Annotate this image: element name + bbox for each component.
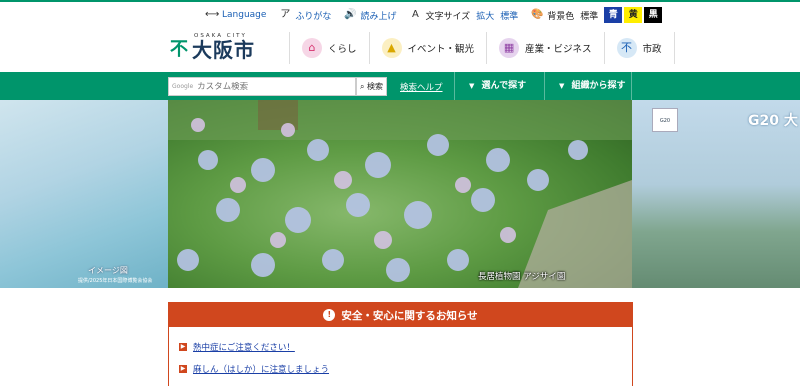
logo-text: 大阪市 [192, 38, 255, 62]
furigana-icon: ア [280, 9, 291, 20]
utility-items: ⟷ Language ア ふりがな 🔊 読み上げ A 文字サイズ 拡大 標準 🎨… [205, 7, 674, 23]
text-size-standard-button[interactable]: 標準 [500, 9, 518, 22]
google-label: Google [172, 83, 194, 90]
main-nav: ⌂ くらし ▲ イベント・観光 ▦ 産業・ビジネス 不 市政 [289, 32, 675, 64]
right-slide-title: G20 大 [748, 113, 798, 129]
chevron-down-icon: ▼ [469, 82, 475, 90]
nav-item-shisei[interactable]: 不 市政 [603, 32, 675, 64]
chevron-down-icon: ▼ [559, 82, 565, 90]
search-icon: ⌕ [359, 82, 365, 91]
bg-color-yellow-button[interactable]: 黄 [624, 7, 643, 23]
furigana-link[interactable]: ア ふりがな [278, 9, 331, 22]
event-icon: ▲ [381, 38, 402, 58]
speaker-icon: 🔊 [344, 9, 357, 20]
browse-org-label: 組織から探す [571, 81, 626, 91]
notice-title: 安全・安心に関するお知らせ [341, 309, 478, 322]
read-aloud-link[interactable]: 🔊 読み上げ [343, 9, 396, 22]
g20-logo-badge: G20 [652, 108, 678, 132]
search-help-link[interactable]: 検索ヘルプ [400, 81, 443, 93]
read-aloud-label: 読み上げ [360, 11, 397, 22]
site-header: OSAKA CITY 不 大阪市 ⌂ くらし ▲ イベント・観光 ▦ 産業・ビジ… [0, 24, 800, 72]
bg-color-label: 背景色 [547, 11, 575, 22]
nav-item-label: 産業・ビジネス [525, 44, 592, 55]
search-box: Google [168, 77, 356, 96]
hero-prev-slide[interactable] [0, 100, 168, 288]
search-button[interactable]: ⌕ 検索 [356, 77, 387, 96]
left-slide-credit: 提供/2025年日本国際博覧会協会 [78, 278, 153, 284]
home-icon: ⌂ [302, 38, 322, 58]
hydrangea-illustration [168, 100, 632, 288]
browse-choose-label: 選んで探す [481, 81, 527, 91]
translate-icon: ⟷ [205, 9, 220, 20]
hero-main-image[interactable] [168, 100, 632, 288]
cityhall-icon: 不 [616, 38, 637, 58]
language-label: Language [222, 10, 267, 20]
alert-icon: ! [323, 309, 336, 321]
search-bar: Google ⌕ 検索 検索ヘルプ ▼ 選んで探す ▼ 組織から探す [0, 72, 800, 100]
nav-item-kurashi[interactable]: ⌂ くらし [289, 32, 369, 64]
hero-caption: 長居植物園 アジサイ園 [478, 272, 566, 282]
nav-item-label: イベント・観光 [407, 44, 475, 55]
nav-item-event[interactable]: ▲ イベント・観光 [368, 32, 487, 64]
text-size-icon: A [412, 9, 419, 20]
list-item: ▶ 熱中症にご注意ください！ [179, 337, 632, 357]
nav-item-label: 市政 [642, 44, 662, 55]
arrow-right-icon: ▶ [179, 365, 187, 373]
furigana-label: ふりがな [295, 11, 332, 22]
bg-color-black-button[interactable]: 黒 [644, 7, 663, 23]
text-size-label: 文字サイズ [425, 11, 471, 22]
notice-header: ! 安全・安心に関するお知らせ [169, 303, 632, 327]
text-size-control: A 文字サイズ 拡大 標準 [408, 9, 518, 22]
search-button-label: 検索 [367, 82, 384, 91]
language-link[interactable]: ⟷ Language [205, 9, 266, 21]
logo-mark-icon: 不 [170, 39, 188, 60]
text-size-enlarge-button[interactable]: 拡大 [476, 9, 494, 22]
list-item: ▶ 麻しん（はしか）に注意しましょう [179, 359, 632, 379]
notice-link-measles[interactable]: 麻しん（はしか）に注意しましょう [193, 363, 329, 375]
browse-choose-button[interactable]: ▼ 選んで探す [454, 72, 544, 100]
left-slide-caption: イメージ図 [88, 266, 128, 275]
bg-color-blue-button[interactable]: 青 [604, 7, 623, 23]
nav-item-label: くらし [328, 44, 357, 55]
notice-list: ▶ 熱中症にご注意ください！ ▶ 麻しん（はしか）に注意しましょう [169, 327, 632, 379]
browse-org-button[interactable]: ▼ 組織から探す [544, 72, 632, 100]
search-input[interactable] [197, 81, 348, 92]
palette-icon: 🎨 [530, 9, 544, 20]
bg-color-control: 🎨 背景色 標準 青 黄 黒 [530, 7, 663, 23]
arrow-right-icon: ▶ [179, 343, 187, 351]
nav-item-business[interactable]: ▦ 産業・ビジネス [486, 32, 604, 64]
safety-notice-panel: ! 安全・安心に関するお知らせ ▶ 熱中症にご注意ください！ ▶ 麻しん（はしか… [168, 302, 633, 386]
site-logo[interactable]: OSAKA CITY 不 大阪市 [168, 32, 268, 64]
notice-link-heatstroke[interactable]: 熱中症にご注意ください！ [193, 341, 295, 353]
utility-bar: ⟷ Language ア ふりがな 🔊 読み上げ A 文字サイズ 拡大 標準 🎨… [0, 0, 800, 24]
bg-color-standard-button[interactable]: 標準 [580, 9, 598, 22]
hero-carousel[interactable]: イメージ図 提供/2025年日本国際博覧会協会 長居植物園 アジサイ園 G20 … [0, 100, 800, 288]
building-icon: ▦ [499, 38, 520, 58]
